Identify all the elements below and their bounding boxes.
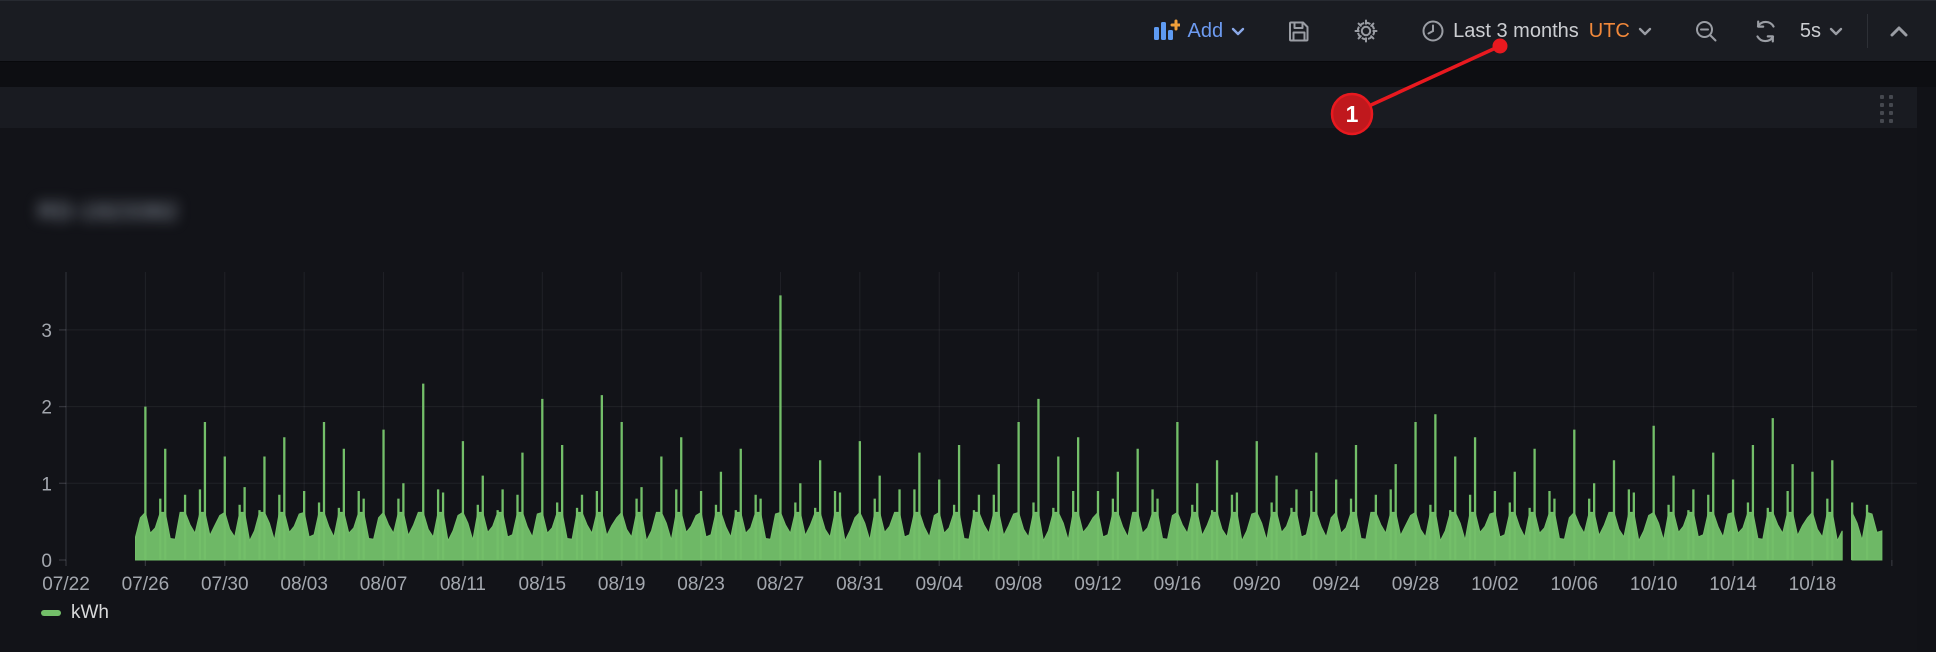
legend-series-swatch	[41, 610, 61, 616]
add-panel-button[interactable]: Add	[1144, 12, 1254, 50]
kiosk-mode-button[interactable]	[1882, 20, 1916, 43]
zoom-out-icon	[1694, 19, 1719, 44]
callout-number-badge: 1	[1331, 93, 1373, 135]
chevron-down-icon	[1231, 27, 1245, 36]
legend-series-label: kWh	[71, 602, 109, 624]
clock-icon	[1421, 19, 1445, 43]
refresh-icon	[1753, 19, 1778, 44]
chevron-down-icon	[1829, 27, 1843, 36]
zoom-out-button[interactable]	[1686, 13, 1727, 50]
add-button-label: Add	[1188, 21, 1224, 41]
panel-title[interactable]: RD-1923382	[38, 198, 178, 225]
timeseries-panel	[0, 128, 1917, 652]
chevron-down-icon	[1638, 27, 1652, 36]
refresh-interval-dropdown[interactable]: 5s	[1792, 15, 1851, 47]
panel-drag-grip-icon[interactable]	[1880, 95, 1893, 123]
caret-up-icon	[1890, 26, 1908, 37]
refresh-interval-label: 5s	[1800, 21, 1821, 41]
chart-legend[interactable]: kWh	[41, 602, 109, 624]
gear-icon	[1353, 18, 1379, 44]
refresh-button[interactable]	[1745, 13, 1786, 50]
toolbar-divider	[1867, 14, 1868, 48]
time-range-picker[interactable]: Last 3 months UTC	[1413, 13, 1660, 49]
dashboard: Add	[0, 0, 1936, 652]
bar-chart-plus-icon	[1152, 18, 1180, 44]
time-range-label: Last 3 months	[1453, 21, 1579, 41]
dashboard-toolbar: Add	[0, 0, 1936, 62]
timezone-label: UTC	[1589, 21, 1630, 41]
save-icon	[1287, 19, 1311, 43]
dashboard-canvas	[0, 62, 1936, 87]
dashboard-settings-button[interactable]	[1345, 12, 1387, 50]
panel-header	[0, 87, 1917, 128]
save-dashboard-button[interactable]	[1279, 13, 1319, 49]
